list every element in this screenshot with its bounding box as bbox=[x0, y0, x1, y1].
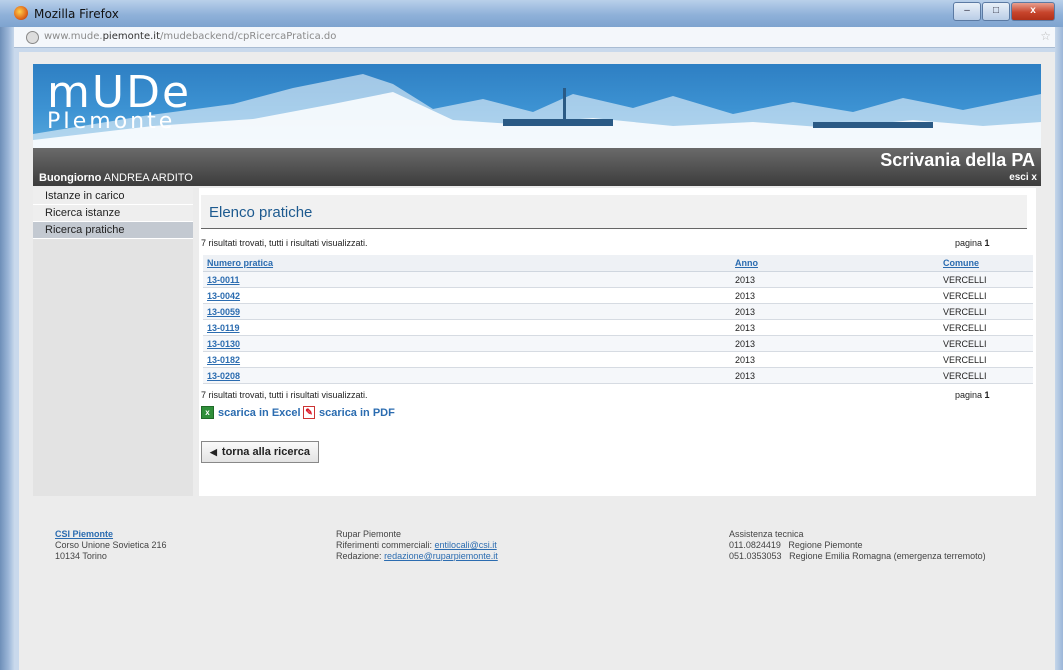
maximize-button[interactable]: □ bbox=[982, 2, 1010, 21]
cell-comune: VERCELLI bbox=[939, 367, 1033, 384]
page-title: Elenco pratiche bbox=[209, 204, 313, 221]
table-row: 13-0042 2013 VERCELLI bbox=[203, 287, 1033, 304]
pratica-link[interactable]: 13-0208 bbox=[207, 371, 240, 381]
cell-numero: 13-0059 bbox=[203, 303, 731, 320]
pratica-link[interactable]: 13-0182 bbox=[207, 355, 240, 365]
window-controls: – □ x bbox=[952, 2, 1055, 21]
cell-anno: 2013 bbox=[731, 367, 939, 384]
firefox-icon bbox=[14, 6, 28, 20]
logo-subtext: PIemonte bbox=[47, 109, 176, 134]
pratica-link[interactable]: 13-0042 bbox=[207, 291, 240, 301]
csi-address: Corso Unione Sovietica 216 bbox=[55, 540, 167, 550]
cell-comune: VERCELLI bbox=[939, 319, 1033, 336]
address-bar[interactable]: www.mude.piemonte.it/mudebackend/cpRicer… bbox=[14, 27, 1055, 48]
site-banner: mUDe PIemonte bbox=[33, 64, 1041, 148]
table-header-row: Numero pratica Anno Comune bbox=[203, 255, 1033, 272]
sidebar-item-istanze-in-carico[interactable]: Istanze in carico bbox=[33, 188, 193, 205]
table-row: 13-0208 2013 VERCELLI bbox=[203, 367, 1033, 384]
cell-anno: 2013 bbox=[731, 351, 939, 368]
download-excel-link[interactable]: x scarica in Excel bbox=[201, 406, 301, 419]
logout-link[interactable]: esci x bbox=[1009, 172, 1037, 183]
rupar-name: Rupar Piemonte bbox=[336, 529, 402, 539]
pagination-top: pagina 1 bbox=[955, 238, 990, 248]
pratica-link[interactable]: 13-0119 bbox=[207, 323, 240, 333]
window-titlebar: Mozilla Firefox – □ x bbox=[0, 0, 1063, 27]
results-table: Numero pratica Anno Comune 13-0011 2013 … bbox=[203, 255, 1033, 384]
cell-anno: 2013 bbox=[731, 271, 939, 288]
csi-link[interactable]: CSI Piemonte bbox=[55, 529, 167, 540]
pagination-bottom: pagina 1 bbox=[955, 390, 990, 400]
assistenza-line1: 011.0824419 Regione Piemonte bbox=[729, 540, 863, 550]
url-text[interactable]: www.mude.piemonte.it/mudebackend/cpRicer… bbox=[44, 31, 336, 42]
cell-anno: 2013 bbox=[731, 287, 939, 304]
page-viewport: mUDe PIemonte Scrivania della PA Buongio… bbox=[19, 52, 1055, 670]
cell-comune: VERCELLI bbox=[939, 303, 1033, 320]
bookmark-star-icon[interactable]: ☆ bbox=[1040, 29, 1051, 43]
sidebar-item-ricerca-istanze[interactable]: Ricerca istanze bbox=[33, 205, 193, 222]
footer-col-assistenza: Assistenza tecnica 011.0824419 Regione P… bbox=[729, 529, 986, 562]
section-title: Scrivania della PA bbox=[880, 150, 1035, 170]
footer-col-csi: CSI Piemonte Corso Unione Sovietica 216 … bbox=[55, 529, 167, 562]
cell-numero: 13-0042 bbox=[203, 287, 731, 304]
table-row: 13-0011 2013 VERCELLI bbox=[203, 271, 1033, 288]
cell-numero: 13-0182 bbox=[203, 351, 731, 368]
column-header-anno[interactable]: Anno bbox=[731, 255, 939, 272]
cell-anno: 2013 bbox=[731, 319, 939, 336]
download-pdf-label: scarica in PDF bbox=[319, 406, 395, 419]
arrow-left-icon: ◀ bbox=[210, 446, 217, 457]
main-content: Elenco pratiche 7 risultati trovati, tut… bbox=[199, 188, 1036, 496]
cell-comune: VERCELLI bbox=[939, 351, 1033, 368]
mude-logo[interactable]: mUDe PIemonte bbox=[47, 70, 191, 134]
sidebar: Istanze in carico Ricerca istanze Ricerc… bbox=[33, 188, 193, 496]
sidebar-item-ricerca-pratiche[interactable]: Ricerca pratiche bbox=[33, 222, 193, 239]
assistenza-line2: 051.0353053 Regione Emilia Romagna (emer… bbox=[729, 551, 986, 561]
rupar-commercial: Riferimenti commerciali: entilocali@csi.… bbox=[336, 540, 497, 550]
footer-col-rupar: Rupar Piemonte Riferimenti commerciali: … bbox=[336, 529, 498, 562]
commercial-email-link[interactable]: entilocali@csi.it bbox=[435, 540, 497, 550]
results-count-top: 7 risultati trovati, tutti i risultati v… bbox=[201, 238, 368, 248]
cell-anno: 2013 bbox=[731, 303, 939, 320]
results-count-bottom: 7 risultati trovati, tutti i risultati v… bbox=[201, 390, 368, 400]
back-button-label: torna alla ricerca bbox=[221, 446, 310, 458]
page-title-box: Elenco pratiche bbox=[201, 195, 1027, 229]
cell-numero: 13-0011 bbox=[203, 271, 731, 288]
redazione-email-link[interactable]: redazione@ruparpiemonte.it bbox=[384, 551, 498, 561]
window-title: Mozilla Firefox bbox=[34, 7, 119, 21]
user-greeting: Buongiorno ANDREA ARDITO bbox=[39, 172, 193, 184]
window-frame-right bbox=[1055, 0, 1063, 670]
assistenza-title: Assistenza tecnica bbox=[729, 529, 804, 539]
cell-comune: VERCELLI bbox=[939, 335, 1033, 352]
cell-comune: VERCELLI bbox=[939, 287, 1033, 304]
excel-icon: x bbox=[201, 406, 214, 419]
table-row: 13-0119 2013 VERCELLI bbox=[203, 319, 1033, 336]
pratica-link[interactable]: 13-0011 bbox=[207, 275, 240, 285]
pratica-link[interactable]: 13-0130 bbox=[207, 339, 240, 349]
table-row: 13-0130 2013 VERCELLI bbox=[203, 335, 1033, 352]
csi-city: 10134 Torino bbox=[55, 551, 107, 561]
table-row: 13-0059 2013 VERCELLI bbox=[203, 303, 1033, 320]
cell-anno: 2013 bbox=[731, 335, 939, 352]
header-bar: Scrivania della PA Buongiorno ANDREA ARD… bbox=[33, 148, 1041, 186]
cell-numero: 13-0119 bbox=[203, 319, 731, 336]
cell-numero: 13-0130 bbox=[203, 335, 731, 352]
minimize-button[interactable]: – bbox=[953, 2, 981, 21]
pratica-link[interactable]: 13-0059 bbox=[207, 307, 240, 317]
rupar-redazione: Redazione: redazione@ruparpiemonte.it bbox=[336, 551, 498, 561]
table-row: 13-0182 2013 VERCELLI bbox=[203, 351, 1033, 368]
pdf-icon: ✎ bbox=[303, 406, 315, 419]
download-excel-label: scarica in Excel bbox=[218, 406, 301, 419]
download-pdf-link[interactable]: ✎ scarica in PDF bbox=[303, 406, 395, 419]
globe-icon bbox=[26, 31, 39, 44]
column-header-comune[interactable]: Comune bbox=[939, 255, 1033, 272]
back-to-search-button[interactable]: ◀ torna alla ricerca bbox=[201, 441, 319, 463]
close-button[interactable]: x bbox=[1011, 2, 1055, 21]
cell-comune: VERCELLI bbox=[939, 271, 1033, 288]
column-header-numero[interactable]: Numero pratica bbox=[203, 255, 731, 272]
cell-numero: 13-0208 bbox=[203, 367, 731, 384]
window-frame-left bbox=[0, 0, 14, 670]
